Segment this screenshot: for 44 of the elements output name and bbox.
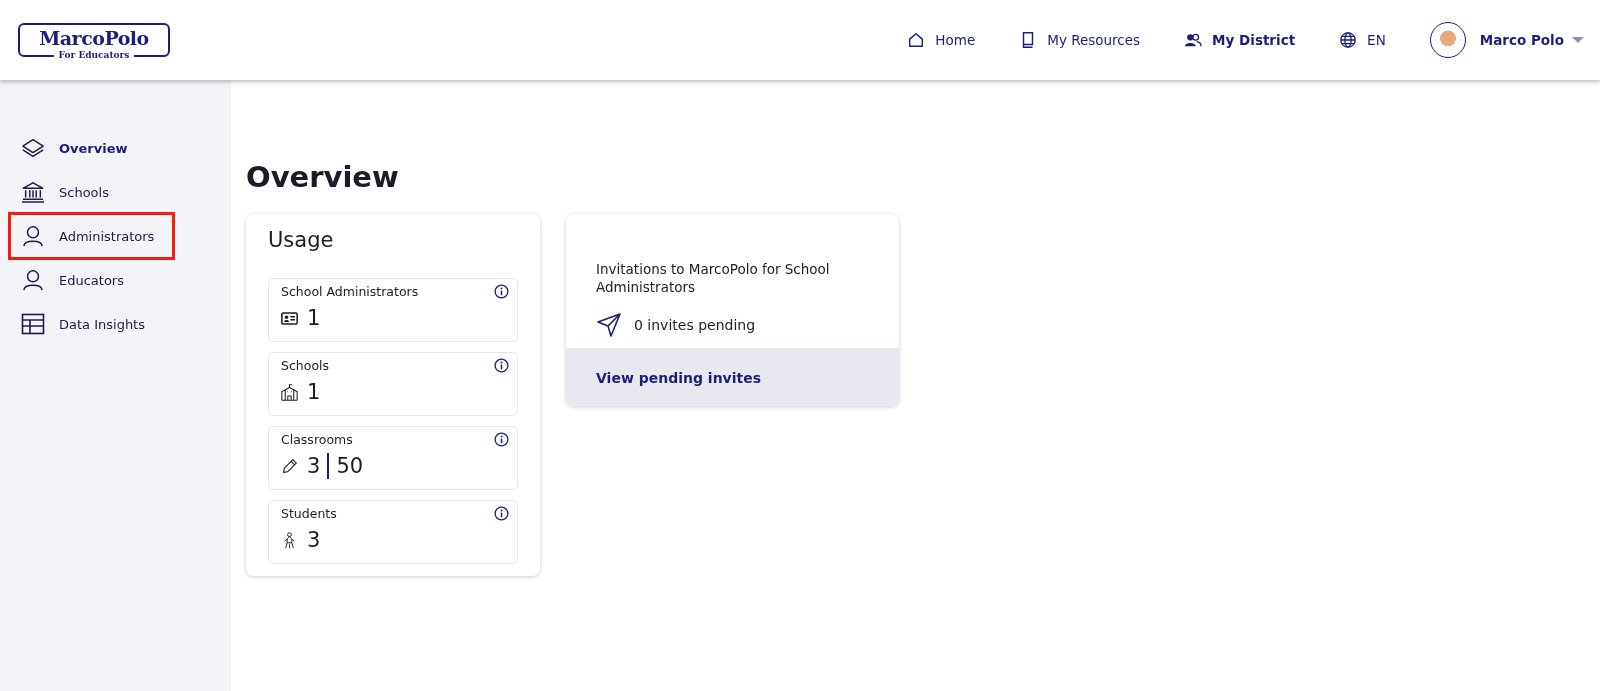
avatar[interactable] — [1429, 22, 1466, 58]
person-icon — [21, 269, 45, 291]
stat-value: 3 — [307, 527, 321, 553]
home-icon — [907, 31, 926, 49]
paper-plane-icon — [596, 312, 622, 338]
layers-icon — [21, 137, 45, 159]
sidebar-item[interactable]: Data Insights — [8, 308, 168, 340]
stat-value: 1 — [307, 379, 321, 405]
stat-label: Classrooms — [281, 432, 353, 447]
sidebar-item[interactable]: Overview — [8, 132, 168, 164]
school-building-icon — [281, 383, 298, 401]
people-icon — [1184, 31, 1203, 49]
invitations-text: Invitations to MarcoPolo for School Administrators — [596, 260, 831, 296]
info-icon[interactable] — [494, 506, 509, 521]
info-icon[interactable] — [494, 432, 509, 447]
caret-icon[interactable] — [1572, 36, 1584, 44]
nav-link[interactable]: My Resources — [1019, 31, 1141, 49]
nav-link[interactable]: EN — [1339, 31, 1386, 49]
user-name[interactable]: Marco Polo — [1479, 32, 1564, 48]
logo-tagline: For Educators — [53, 50, 135, 61]
stat-value: 1 — [307, 305, 321, 331]
info-icon[interactable] — [494, 284, 509, 299]
page-title: Overview — [246, 160, 400, 194]
stat-label: School Administrators — [281, 284, 419, 299]
sidebar-item[interactable]: Administrators — [8, 212, 175, 260]
stat-value: 3 — [307, 453, 321, 479]
sidebar-item[interactable]: Educators — [8, 264, 168, 296]
table-icon — [21, 313, 45, 335]
id-card-icon — [281, 309, 298, 327]
stat-label: Schools — [281, 358, 329, 373]
person-icon — [21, 225, 45, 247]
view-pending-invites-link[interactable]: View pending invites — [596, 370, 762, 386]
logo-name: MarcoPolo — [39, 27, 149, 49]
info-icon[interactable] — [494, 358, 509, 373]
stat-label: Students — [281, 506, 337, 521]
building-columns-icon — [21, 181, 45, 203]
nav-link[interactable]: Home — [907, 31, 976, 49]
stat-value: 50 — [336, 453, 364, 479]
pending-count: 0 invites pending — [634, 317, 756, 333]
nav-link[interactable]: My District — [1184, 31, 1296, 49]
card-title: Usage — [268, 228, 335, 252]
sidebar-item[interactable]: Schools — [8, 176, 168, 208]
globe-icon — [1339, 31, 1358, 49]
pencil-icon — [281, 457, 298, 475]
